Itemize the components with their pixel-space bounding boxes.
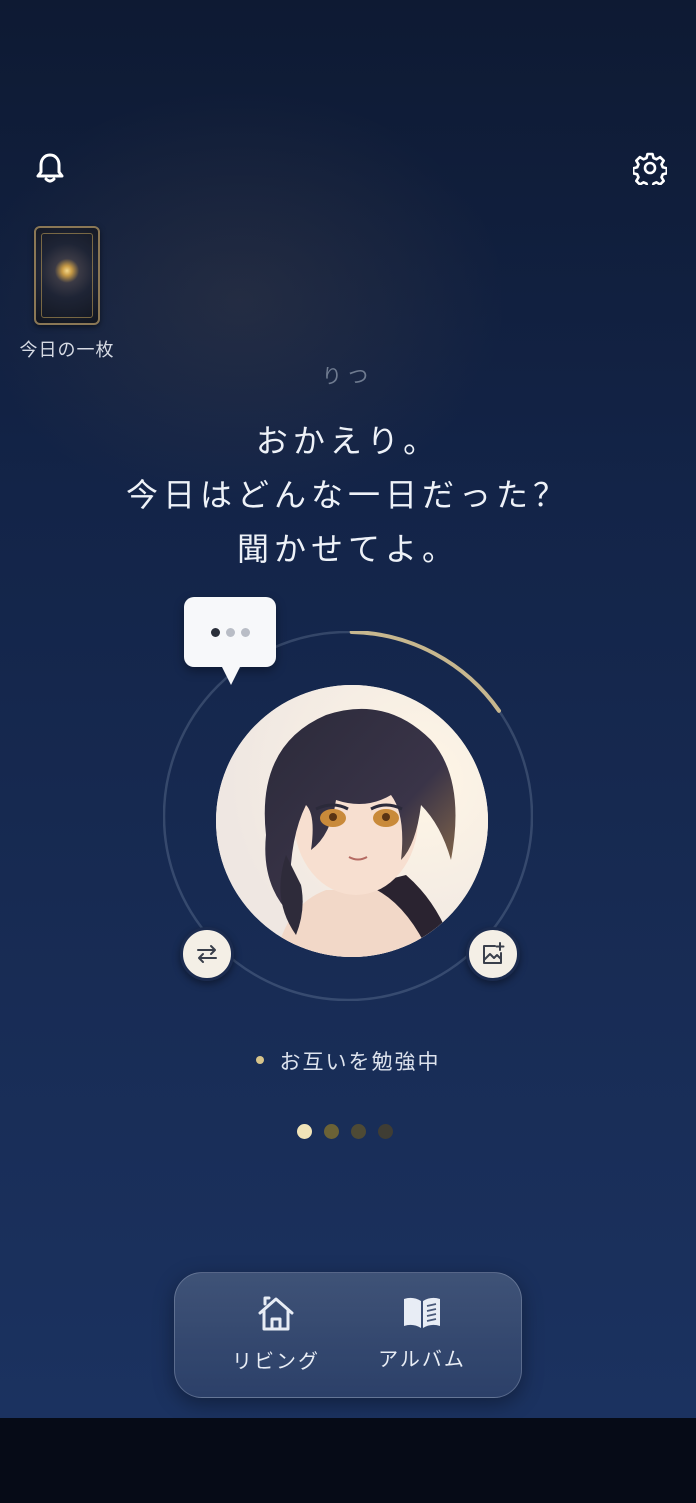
notification-button[interactable] [30, 148, 70, 188]
image-add-icon [483, 942, 505, 964]
settings-button[interactable] [630, 148, 670, 188]
greeting-line: 聞かせてよ。 [236, 530, 459, 568]
relationship-status: お互いを勉強中 [0, 1046, 696, 1076]
page-indicator [297, 1124, 393, 1139]
status-text: お互いを勉強中 [279, 1050, 441, 1074]
character-avatar[interactable] [216, 685, 488, 957]
greeting-line: 今日はどんな一日だった？ [125, 476, 570, 514]
nav-label: リビング [232, 1349, 320, 1373]
typing-dot [210, 627, 220, 637]
swap-character-button[interactable] [180, 927, 234, 981]
nav-living[interactable]: リビング [201, 1295, 351, 1374]
home-icon [258, 1296, 294, 1331]
bell-icon [36, 153, 64, 183]
greeting-line: おかえり。 [255, 422, 441, 460]
nav-album[interactable]: アルバム [347, 1295, 497, 1372]
page-dot[interactable] [378, 1124, 393, 1139]
daily-tarot-card[interactable] [34, 226, 100, 325]
status-indicator-dot [255, 1056, 264, 1064]
card-frame [41, 233, 93, 318]
typing-dot [240, 627, 250, 637]
home-screen: 今日の一枚 りつ おかえり。 今日はどんな一日だった？ 聞かせてよ。 お互いを勉… [0, 0, 696, 1418]
bottom-navigation: リビング アルバム [174, 1272, 522, 1398]
swap-arrows-icon [197, 945, 217, 963]
book-icon [404, 1297, 440, 1328]
add-photo-button[interactable] [466, 927, 520, 981]
avatar-portrait [216, 685, 488, 957]
nav-label: アルバム [378, 1347, 466, 1371]
page-dot[interactable] [297, 1124, 312, 1139]
typing-bubble-tail [221, 665, 241, 685]
typing-bubble [184, 597, 276, 667]
greeting-message: おかえり。 今日はどんな一日だった？ 聞かせてよ。 [0, 414, 696, 576]
typing-dot [225, 627, 235, 637]
page-dot[interactable] [351, 1124, 366, 1139]
character-name: りつ [321, 364, 375, 388]
daily-card-label: 今日の一枚 [19, 340, 115, 361]
gear-icon [633, 152, 667, 185]
page-dot[interactable] [324, 1124, 339, 1139]
device-bottom-bar [0, 1418, 696, 1503]
